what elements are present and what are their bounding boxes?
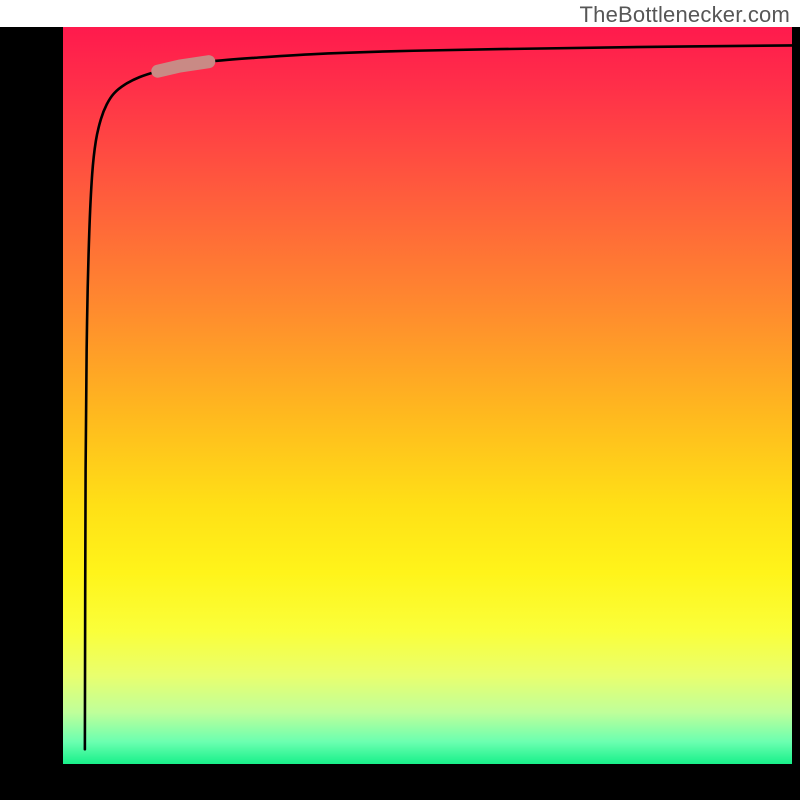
chart-stage: TheBottlenecker.com bbox=[0, 0, 800, 800]
attribution-text: TheBottlenecker.com bbox=[580, 2, 790, 28]
frame-left bbox=[0, 27, 63, 800]
plot-area bbox=[63, 27, 792, 764]
frame-right bbox=[792, 27, 800, 800]
frame-bottom bbox=[0, 764, 800, 800]
